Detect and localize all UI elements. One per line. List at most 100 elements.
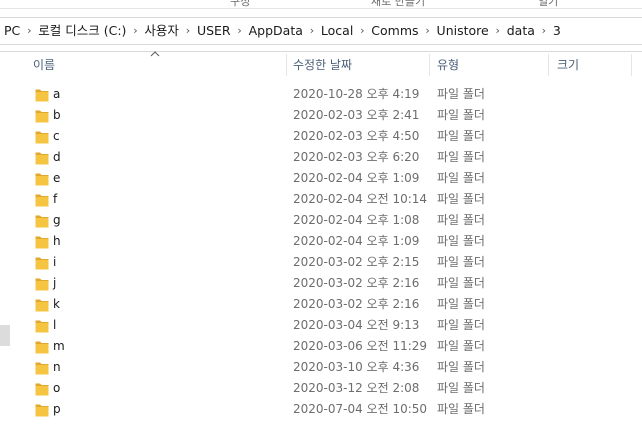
folder-icon bbox=[35, 89, 49, 102]
file-name: n bbox=[53, 360, 61, 374]
file-type: 파일 폴더 bbox=[437, 213, 485, 227]
folder-icon bbox=[35, 299, 49, 312]
file-name: k bbox=[53, 297, 60, 311]
column-header-type[interactable]: 유형 bbox=[431, 52, 547, 78]
folder-icon bbox=[35, 110, 49, 123]
file-type: 파일 폴더 bbox=[437, 360, 485, 374]
list-item[interactable]: o 2020-03-12 오전 2:08 파일 폴더 bbox=[0, 378, 642, 399]
file-type: 파일 폴더 bbox=[437, 318, 485, 332]
file-type: 파일 폴더 bbox=[437, 255, 485, 269]
folder-icon bbox=[35, 173, 49, 186]
breadcrumb-unistore[interactable]: Unistore bbox=[433, 19, 493, 43]
breadcrumb-local[interactable]: Local bbox=[317, 19, 357, 43]
list-item[interactable]: e 2020-02-04 오후 1:09 파일 폴더 bbox=[0, 168, 642, 189]
file-modified-date: 2020-02-03 오후 2:41 bbox=[293, 108, 420, 122]
breadcrumb-pc[interactable]: PC bbox=[0, 19, 24, 43]
file-modified-date: 2020-02-04 오후 1:08 bbox=[293, 213, 420, 227]
file-modified-date: 2020-03-02 오후 2:16 bbox=[293, 276, 420, 290]
breadcrumb-local-disk[interactable]: 로컬 디스크 (C:) bbox=[34, 19, 130, 43]
column-header-size[interactable]: 크기 bbox=[551, 52, 631, 78]
file-modified-date: 2020-02-03 오후 6:20 bbox=[293, 150, 420, 164]
list-item[interactable]: a 2020-10-28 오후 4:19 파일 폴더 bbox=[0, 84, 642, 105]
list-item[interactable]: l 2020-03-04 오전 9:13 파일 폴더 bbox=[0, 315, 642, 336]
list-item[interactable]: m 2020-03-06 오전 11:29 파일 폴더 bbox=[0, 336, 642, 357]
file-name: j bbox=[53, 276, 57, 290]
column-divider[interactable] bbox=[548, 54, 549, 76]
folder-icon bbox=[35, 362, 49, 375]
list-item[interactable]: c 2020-02-03 오후 4:50 파일 폴더 bbox=[0, 126, 642, 147]
file-modified-date: 2020-02-04 오후 1:09 bbox=[293, 171, 420, 185]
file-type: 파일 폴더 bbox=[437, 150, 485, 164]
breadcrumb-data[interactable]: data bbox=[503, 19, 539, 43]
chevron-right-icon[interactable]: › bbox=[183, 19, 193, 43]
file-name: b bbox=[53, 108, 61, 122]
breadcrumb[interactable]: PC › 로컬 디스크 (C:) › 사용자 › USER › AppData … bbox=[0, 17, 642, 45]
file-name: i bbox=[53, 255, 57, 269]
chevron-right-icon[interactable]: › bbox=[493, 19, 503, 43]
list-item[interactable]: p 2020-07-04 오전 10:50 파일 폴더 bbox=[0, 399, 642, 420]
chevron-right-icon[interactable]: › bbox=[423, 19, 433, 43]
file-modified-date: 2020-02-04 오전 10:14 bbox=[293, 192, 428, 206]
file-name: d bbox=[53, 150, 61, 164]
folder-icon bbox=[35, 236, 49, 249]
list-item[interactable]: j 2020-03-02 오후 2:16 파일 폴더 bbox=[0, 273, 642, 294]
column-divider[interactable] bbox=[429, 54, 430, 76]
folder-icon bbox=[35, 320, 49, 333]
breadcrumb-comms[interactable]: Comms bbox=[367, 19, 422, 43]
folder-icon bbox=[35, 278, 49, 291]
breadcrumb-3[interactable]: 3 bbox=[549, 19, 565, 43]
file-name: o bbox=[53, 381, 61, 395]
list-item[interactable]: h 2020-02-04 오후 1:09 파일 폴더 bbox=[0, 231, 642, 252]
folder-icon bbox=[35, 131, 49, 144]
list-item[interactable]: i 2020-03-02 오후 2:15 파일 폴더 bbox=[0, 252, 642, 273]
list-item[interactable]: g 2020-02-04 오후 1:08 파일 폴더 bbox=[0, 210, 642, 231]
scroll-thumb[interactable] bbox=[0, 325, 10, 346]
file-modified-date: 2020-03-02 오후 2:15 bbox=[293, 255, 420, 269]
list-item[interactable]: f 2020-02-04 오전 10:14 파일 폴더 bbox=[0, 189, 642, 210]
folder-icon bbox=[35, 194, 49, 207]
chevron-right-icon[interactable]: › bbox=[539, 19, 549, 43]
list-item[interactable]: n 2020-03-10 오후 4:36 파일 폴더 bbox=[0, 357, 642, 378]
file-modified-date: 2020-02-04 오후 1:09 bbox=[293, 234, 420, 248]
file-modified-date: 2020-03-12 오전 2:08 bbox=[293, 381, 420, 395]
folder-icon bbox=[35, 215, 49, 228]
chevron-right-icon[interactable]: › bbox=[24, 19, 34, 43]
file-modified-date: 2020-07-04 오전 10:50 bbox=[293, 402, 428, 416]
file-name: h bbox=[53, 234, 61, 248]
list-item[interactable]: d 2020-02-03 오후 6:20 파일 폴더 bbox=[0, 147, 642, 168]
breadcrumb-user[interactable]: USER bbox=[193, 19, 235, 43]
file-type: 파일 폴더 bbox=[437, 171, 485, 185]
chevron-right-icon[interactable]: › bbox=[357, 19, 367, 43]
file-modified-date: 2020-02-03 오후 4:50 bbox=[293, 129, 420, 143]
chevron-right-icon[interactable]: › bbox=[307, 19, 317, 43]
ribbon-group-organize: 구성 bbox=[230, 0, 251, 8]
file-type: 파일 폴더 bbox=[437, 402, 485, 416]
ribbon-group-open: 열기 bbox=[538, 0, 559, 8]
folder-icon bbox=[35, 404, 49, 417]
file-type: 파일 폴더 bbox=[437, 234, 485, 248]
folder-icon bbox=[35, 257, 49, 270]
file-type: 파일 폴더 bbox=[437, 276, 485, 290]
file-name: e bbox=[53, 171, 61, 185]
breadcrumb-users[interactable]: 사용자 bbox=[140, 19, 183, 43]
file-modified-date: 2020-03-04 오전 9:13 bbox=[293, 318, 420, 332]
file-modified-date: 2020-10-28 오후 4:19 bbox=[293, 87, 420, 101]
file-type: 파일 폴더 bbox=[437, 129, 485, 143]
column-header-modified[interactable]: 수정한 날짜 bbox=[287, 52, 428, 78]
file-modified-date: 2020-03-10 오후 4:36 bbox=[293, 360, 420, 374]
file-name: c bbox=[53, 129, 60, 143]
file-name: l bbox=[53, 318, 57, 332]
file-name: m bbox=[53, 339, 65, 353]
file-type: 파일 폴더 bbox=[437, 339, 485, 353]
column-divider[interactable] bbox=[631, 54, 632, 76]
file-modified-date: 2020-03-02 오후 2:16 bbox=[293, 297, 420, 311]
chevron-right-icon[interactable]: › bbox=[130, 19, 140, 43]
file-name: f bbox=[53, 192, 58, 206]
list-item[interactable]: b 2020-02-03 오후 2:41 파일 폴더 bbox=[0, 105, 642, 126]
column-header-name[interactable]: 이름 bbox=[27, 52, 285, 78]
file-type: 파일 폴더 bbox=[437, 108, 485, 122]
list-item[interactable]: k 2020-03-02 오후 2:16 파일 폴더 bbox=[0, 294, 642, 315]
chevron-right-icon[interactable]: › bbox=[235, 19, 245, 43]
breadcrumb-appdata[interactable]: AppData bbox=[245, 19, 307, 43]
folder-icon bbox=[35, 152, 49, 165]
